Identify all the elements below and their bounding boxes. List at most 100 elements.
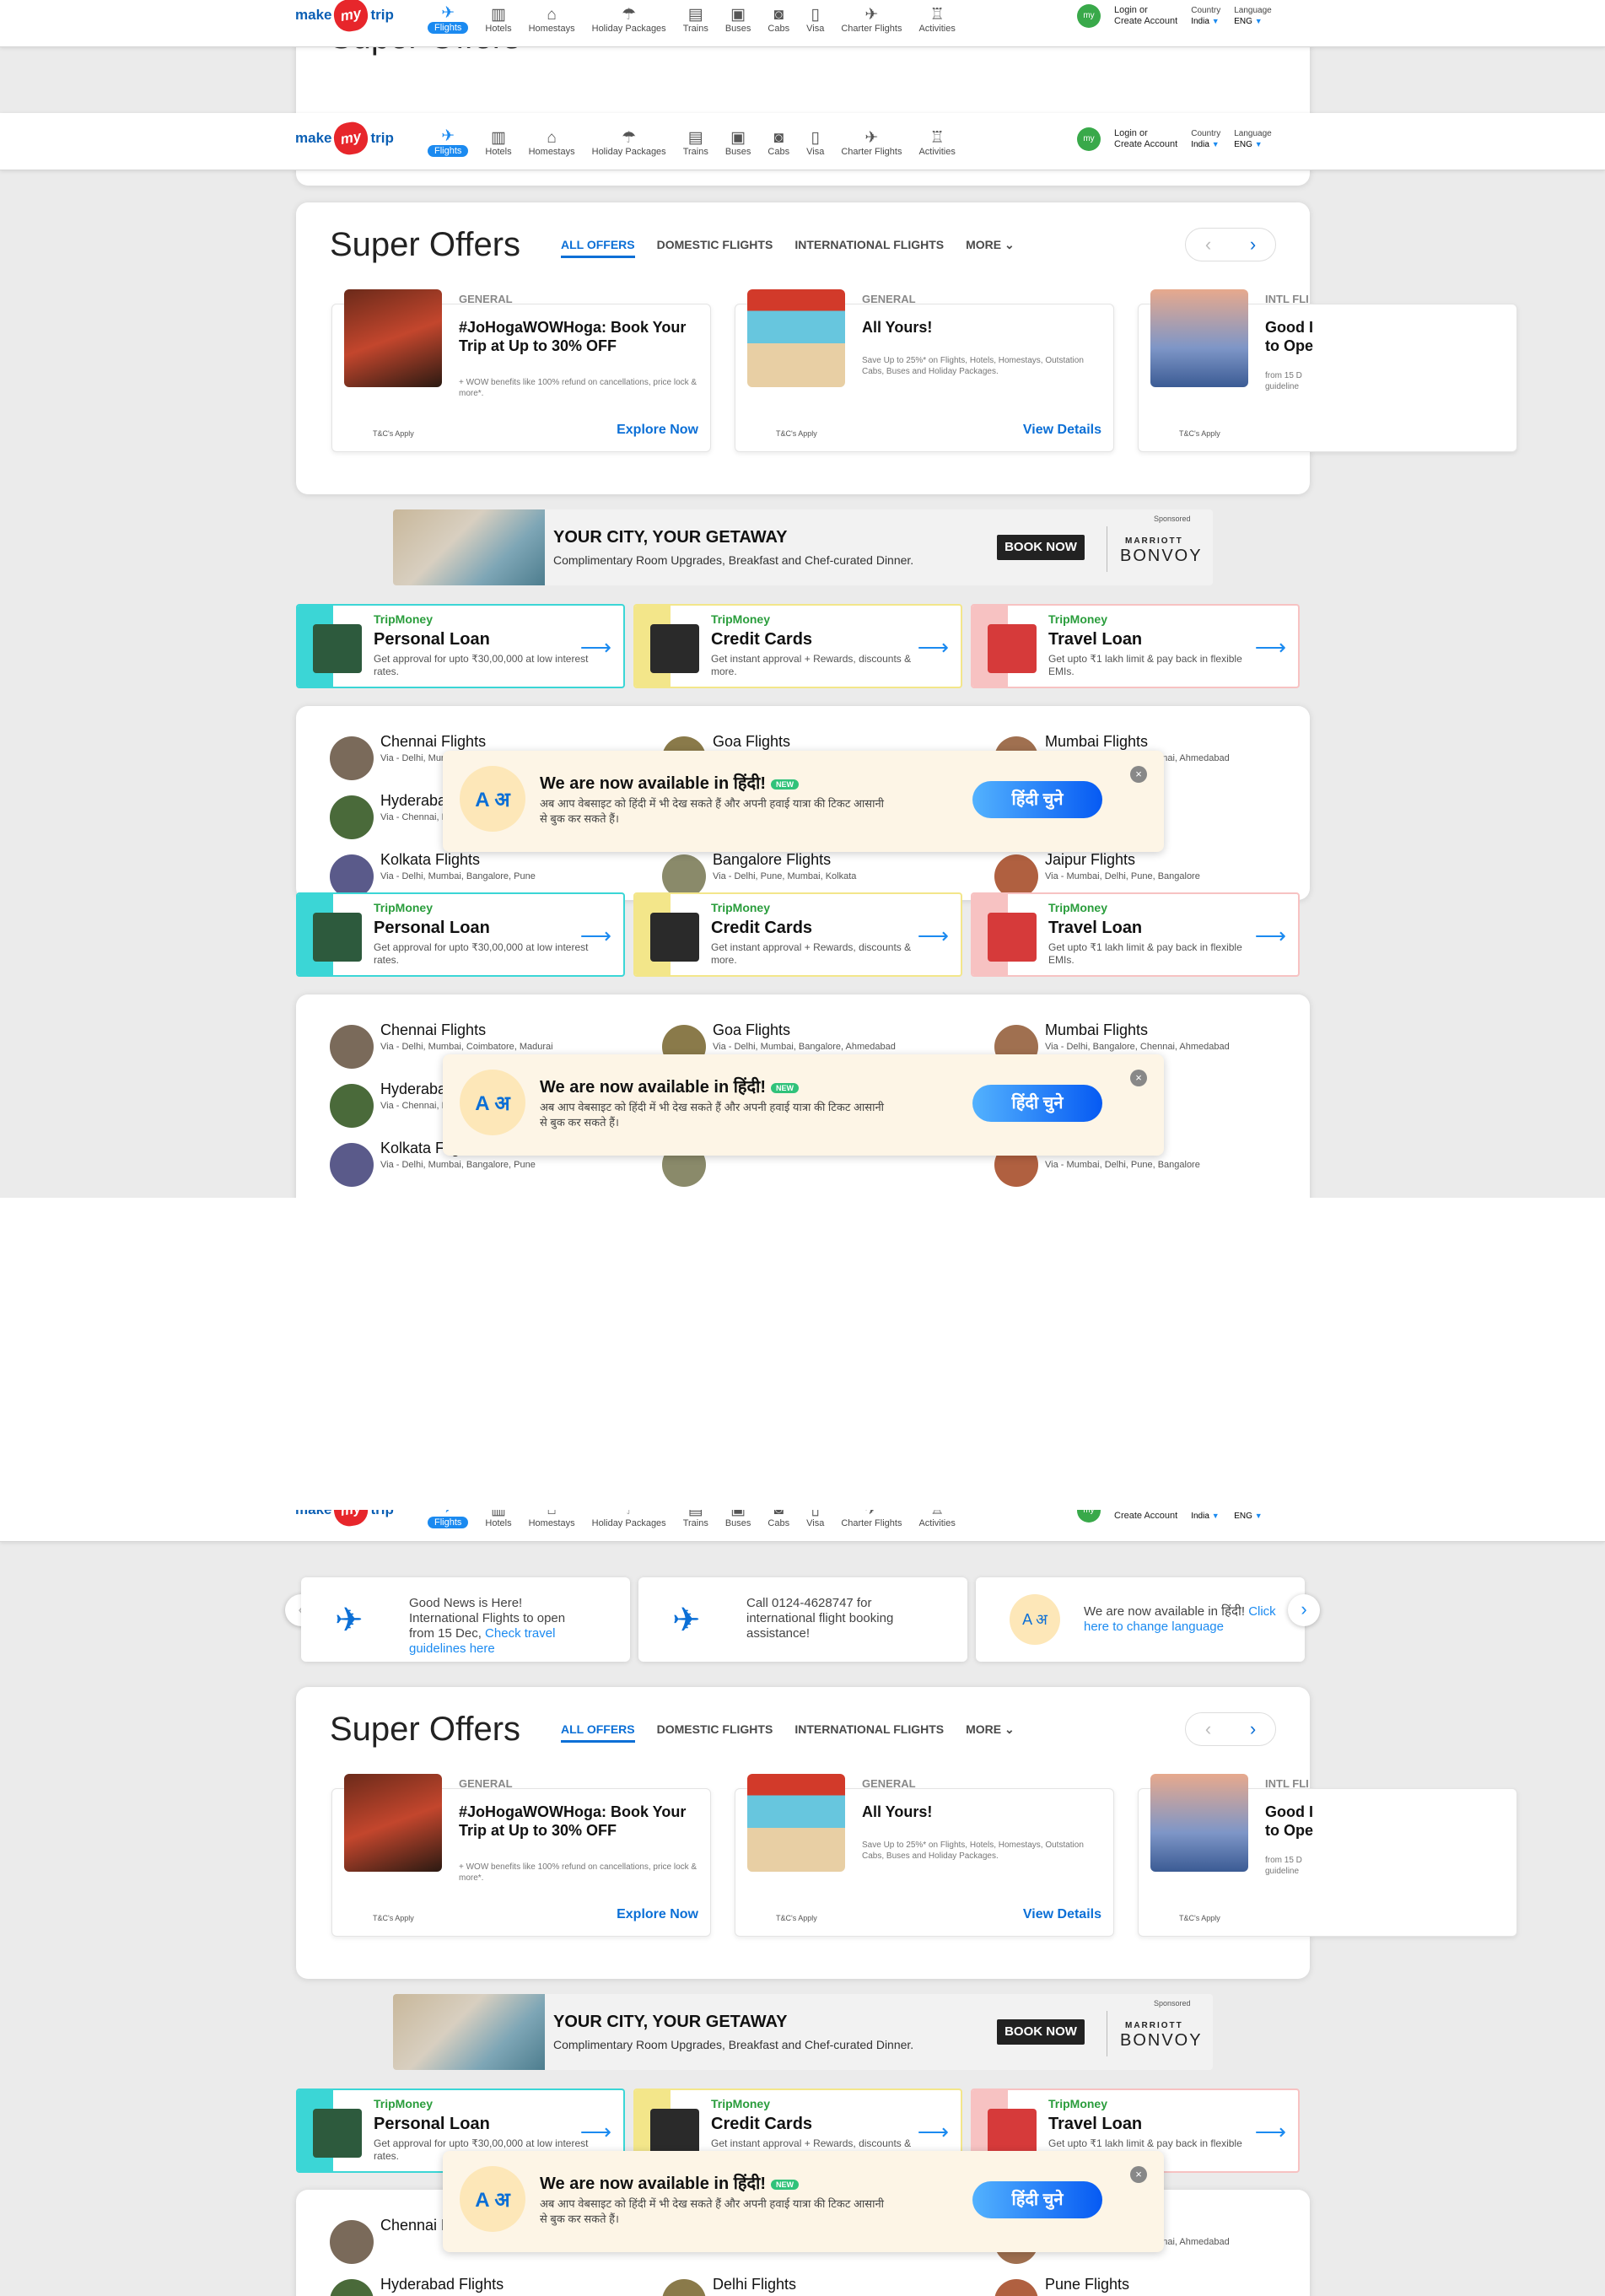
nav-buses[interactable]: ▣Buses <box>717 123 760 158</box>
offer-card[interactable]: INTL FLI Good I to Ope from 15 D guideli… <box>1138 1774 1517 1937</box>
avatar[interactable]: my <box>1077 1510 1101 1523</box>
tab-all-offers[interactable]: ALL OFFERS <box>561 238 635 258</box>
offer-card[interactable]: GENERAL #JoHogaWOWHoga: Book Your Trip a… <box>331 1774 711 1937</box>
nav-cabs[interactable]: ◙Cabs <box>759 0 798 35</box>
tab-international-flights[interactable]: INTERNATIONAL FLIGHTS <box>794 1722 944 1743</box>
offer-card[interactable]: GENERAL All Yours! Save Up to 25%* on Fl… <box>735 1774 1114 1937</box>
flight-item[interactable]: Delhi Flights <box>662 2276 966 2296</box>
flight-item[interactable]: Bangalore Flights Via - Delhi, Pune, Mumb… <box>662 851 966 898</box>
nav-visa[interactable]: ▯Visa <box>798 0 832 35</box>
nav-cabs[interactable]: ◙Cabs <box>759 1510 798 1528</box>
tab-domestic-flights[interactable]: DOMESTIC FLIGHTS <box>657 1722 773 1743</box>
avatar[interactable]: my <box>1077 4 1101 28</box>
bus-icon: ▣ <box>730 6 746 24</box>
nav-charter-flights[interactable]: ✈Charter Flights <box>832 123 910 158</box>
loan-card-credit[interactable]: TripMoney Credit Cards Get instant appro… <box>633 604 962 688</box>
info-card-guidelines[interactable]: ✈ Good News is Here! International Fligh… <box>301 1577 630 1662</box>
country-selector[interactable]: Country India ▼ <box>1191 1510 1220 1522</box>
login-button[interactable]: Login or Create Account <box>1114 128 1177 150</box>
flight-item[interactable]: Hyderabad Flights <box>330 2276 633 2296</box>
nav-trains[interactable]: ▤Trains <box>675 0 717 35</box>
nav-homestays[interactable]: ⌂Homestays <box>520 123 584 158</box>
nav-homestays[interactable]: ⌂Homestays <box>520 1510 584 1528</box>
nav-flights[interactable]: ✈Flights <box>419 0 477 34</box>
nav-hotels[interactable]: ▥Hotels <box>477 123 520 158</box>
nav-visa[interactable]: ▯Visa <box>798 1510 832 1528</box>
logo[interactable]: make my trip <box>295 0 394 35</box>
nav-charter-flights[interactable]: ✈Charter Flights <box>832 1510 910 1528</box>
avatar[interactable]: my <box>1077 127 1101 151</box>
nav-hotels[interactable]: ▥Hotels <box>477 0 520 35</box>
nav-cabs[interactable]: ◙Cabs <box>759 123 798 158</box>
choose-hindi-button[interactable]: हिंदी चुने <box>972 2181 1102 2218</box>
explore-now-link[interactable]: Explore Now <box>617 423 698 438</box>
tab-domestic-flights[interactable]: DOMESTIC FLIGHTS <box>657 238 773 258</box>
next-arrow-icon[interactable]: › <box>1250 234 1256 256</box>
nav-holiday-packages[interactable]: ☂Holiday Packages <box>584 1510 675 1528</box>
language-selector[interactable]: Language ENG ▼ <box>1234 6 1272 27</box>
choose-hindi-button[interactable]: हिंदी चुने <box>972 781 1102 818</box>
view-details-link[interactable]: View Details <box>1023 423 1101 438</box>
flight-item[interactable]: Pune Flights <box>994 2276 1298 2296</box>
nav-flights[interactable]: ✈Flights <box>419 1510 477 1528</box>
login-button[interactable]: Login or Create Account <box>1114 1510 1177 1522</box>
nav-activities[interactable]: ♖Activities <box>910 123 963 158</box>
info-card-hindi[interactable]: A अ We are now available in हिंदी! Click… <box>976 1577 1305 1662</box>
book-now-button[interactable]: BOOK NOW <box>997 535 1085 560</box>
language-selector[interactable]: Language ENG ▼ <box>1234 1510 1272 1522</box>
nav-holiday-packages[interactable]: ☂Holiday Packages <box>584 123 675 158</box>
homestay-icon: ⌂ <box>547 129 557 147</box>
loan-card-travel[interactable]: TripMoney Travel Loan Get upto ₹1 lakh l… <box>971 892 1300 977</box>
choose-hindi-button[interactable]: हिंदी चुने <box>972 1085 1102 1122</box>
ad-banner[interactable]: YOUR CITY, YOUR GETAWAY Complimentary Ro… <box>393 509 1213 585</box>
loan-card-personal[interactable]: TripMoney Personal Loan Get approval for… <box>296 892 625 977</box>
nav-hotels[interactable]: ▥Hotels <box>477 1510 520 1528</box>
loan-card-travel[interactable]: TripMoney Travel Loan Get upto ₹1 lakh l… <box>971 604 1300 688</box>
nav-buses[interactable]: ▣Buses <box>717 1510 760 1528</box>
close-icon[interactable]: × <box>1130 1070 1147 1086</box>
login-button[interactable]: Login or Create Account <box>1114 5 1177 27</box>
ad-banner[interactable]: YOUR CITY, YOUR GETAWAY Complimentary Ro… <box>393 1994 1213 2070</box>
tab-more[interactable]: MORE ⌄ <box>966 238 1015 258</box>
nav-charter-flights[interactable]: ✈Charter Flights <box>832 0 910 35</box>
info-card-call[interactable]: ✈ Call 0124-4628747 for international fl… <box>638 1577 967 1662</box>
next-arrow-icon[interactable]: › <box>1288 1594 1320 1626</box>
nav-activities[interactable]: ♖Activities <box>910 1510 963 1528</box>
logo[interactable]: make my trip <box>295 1510 394 1529</box>
offer-card[interactable]: GENERAL All Yours! Save Up to 25%* on Fl… <box>735 289 1114 452</box>
arrow-right-icon: ⟶ <box>579 2119 611 2144</box>
country-selector[interactable]: Country India ▼ <box>1191 129 1220 150</box>
nav-homestays[interactable]: ⌂Homestays <box>520 0 584 35</box>
prev-arrow-icon[interactable]: ‹ <box>1205 234 1211 256</box>
nav-activities[interactable]: ♖Activities <box>910 0 963 35</box>
language-selector[interactable]: Language ENG ▼ <box>1234 129 1272 150</box>
tab-international-flights[interactable]: INTERNATIONAL FLIGHTS <box>794 238 944 258</box>
tab-all-offers[interactable]: ALL OFFERS <box>561 1722 635 1743</box>
header-right: my Login or Create Account Country India… <box>1077 1510 1272 1523</box>
logo[interactable]: make my trip <box>295 119 394 158</box>
nav-trains[interactable]: ▤Trains <box>675 123 717 158</box>
tab-more[interactable]: MORE ⌄ <box>966 1722 1015 1743</box>
book-now-button[interactable]: BOOK NOW <box>997 2019 1085 2045</box>
close-icon[interactable]: × <box>1130 2166 1147 2183</box>
nav-buses[interactable]: ▣Buses <box>717 0 760 35</box>
nav-trains[interactable]: ▤Trains <box>675 1510 717 1528</box>
carousel-arrows: ‹ › <box>1185 228 1276 261</box>
explore-now-link[interactable]: Explore Now <box>617 1907 698 1922</box>
flight-item[interactable]: Jaipur Flights Via - Mumbai, Delhi, Pune,… <box>994 851 1298 898</box>
nav-visa[interactable]: ▯Visa <box>798 123 832 158</box>
country-selector[interactable]: Country India ▼ <box>1191 6 1220 27</box>
offer-card[interactable]: GENERAL #JoHogaWOWHoga: Book Your Trip a… <box>331 289 711 452</box>
view-details-link[interactable]: View Details <box>1023 1907 1101 1922</box>
next-arrow-icon[interactable]: › <box>1250 1718 1256 1740</box>
palm-tree-icon: ☂ <box>622 1510 636 1518</box>
prev-arrow-icon[interactable]: ‹ <box>1205 1718 1211 1740</box>
loan-card-credit[interactable]: TripMoney Credit Cards Get instant appro… <box>633 892 962 977</box>
translate-icon: A अ <box>460 2166 525 2232</box>
offer-card[interactable]: INTL FLI Good I to Ope from 15 D guideli… <box>1138 289 1517 452</box>
loan-card-personal[interactable]: TripMoney Personal Loan Get approval for… <box>296 604 625 688</box>
close-icon[interactable]: × <box>1130 766 1147 783</box>
flight-item[interactable]: Kolkata Flights Via - Delhi, Mumbai, Bang… <box>330 851 633 898</box>
nav-flights[interactable]: ✈Flights <box>419 123 477 157</box>
nav-holiday-packages[interactable]: ☂Holiday Packages <box>584 0 675 35</box>
